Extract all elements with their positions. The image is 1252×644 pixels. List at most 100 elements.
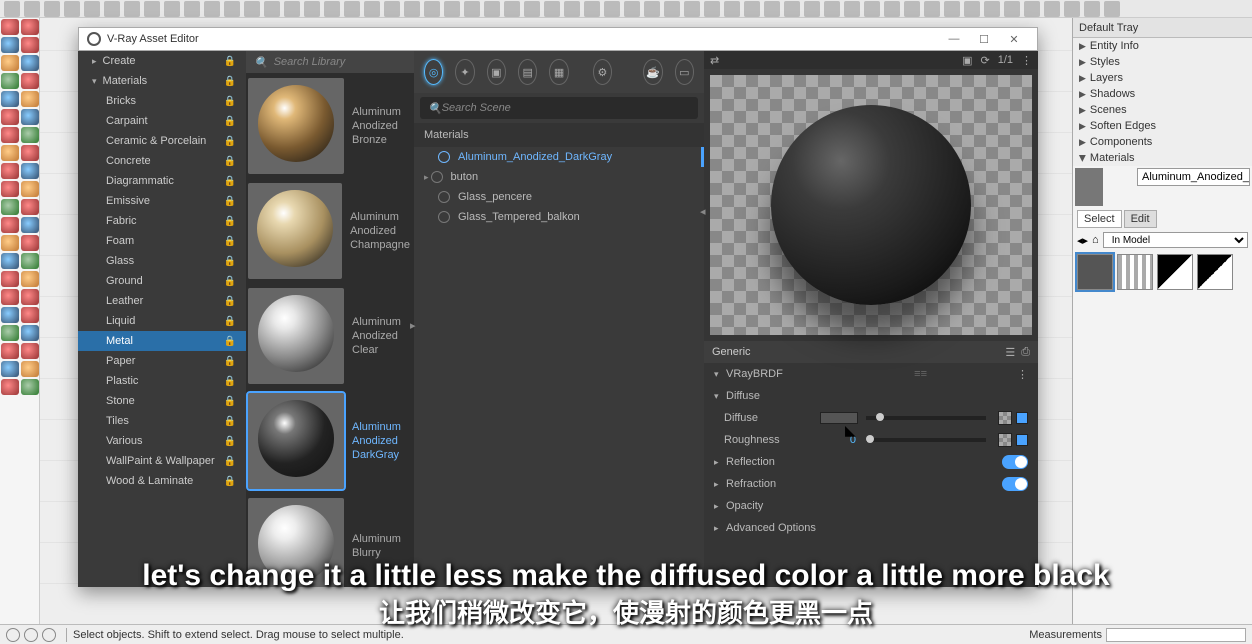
tool-icon[interactable] <box>21 19 39 35</box>
tool-icon[interactable] <box>21 199 39 215</box>
toolbar-icon[interactable] <box>324 1 340 17</box>
tool-icon[interactable] <box>21 163 39 179</box>
category-item[interactable]: Wood & Laminate🔒 <box>78 471 246 491</box>
status-icon[interactable] <box>6 628 20 642</box>
tool-icon[interactable] <box>21 55 39 71</box>
toolbar-icon[interactable] <box>1024 1 1040 17</box>
tool-icon[interactable] <box>1 109 19 125</box>
library-item[interactable]: Aluminum Anodized Champagne <box>246 178 414 283</box>
materials-mode-icon[interactable]: ◎ <box>424 59 443 85</box>
category-item[interactable]: Diagrammatic🔒 <box>78 171 246 191</box>
toolbar-icon[interactable] <box>24 1 40 17</box>
material-preview[interactable]: ◂ <box>710 75 1032 335</box>
window-minimize-button[interactable]: — <box>939 33 969 45</box>
category-item[interactable]: Bricks🔒 <box>78 91 246 111</box>
tray-panel-header[interactable]: ▶Styles <box>1073 54 1252 70</box>
toolbar-icon[interactable] <box>984 1 1000 17</box>
settings-icon[interactable]: ⚙ <box>593 59 612 85</box>
reflection-toggle[interactable] <box>1002 455 1028 469</box>
toolbar-icon[interactable] <box>584 1 600 17</box>
scene-material-item[interactable]: Aluminum_Anodized_DarkGray <box>414 147 704 167</box>
render-mode-icon[interactable]: ▦ <box>549 59 568 85</box>
category-item[interactable]: Ground🔒 <box>78 271 246 291</box>
tool-icon[interactable] <box>1 253 19 269</box>
toolbar-icon[interactable] <box>424 1 440 17</box>
diffuse-color-swatch[interactable] <box>820 412 858 424</box>
tool-icon[interactable] <box>1 361 19 377</box>
category-item[interactable]: Various🔒 <box>78 431 246 451</box>
vray-titlebar[interactable]: V-Ray Asset Editor — ☐ ✕ <box>78 27 1038 51</box>
toolbar-icon[interactable] <box>204 1 220 17</box>
material-library-select[interactable]: In Model <box>1103 232 1248 248</box>
tool-icon[interactable] <box>21 379 39 395</box>
toolbar-icon[interactable] <box>344 1 360 17</box>
window-close-button[interactable]: ✕ <box>999 33 1029 46</box>
category-item[interactable]: Carpaint🔒 <box>78 111 246 131</box>
material-preview-swatch[interactable] <box>1075 168 1103 206</box>
refraction-toggle[interactable] <box>1002 477 1028 491</box>
material-thumb[interactable] <box>1157 254 1193 290</box>
toolbar-icon[interactable] <box>104 1 120 17</box>
roughness-value[interactable]: 0 <box>832 434 856 446</box>
preview-link-icon[interactable]: ⇄ <box>710 54 719 67</box>
window-maximize-button[interactable]: ☐ <box>969 33 999 46</box>
tool-icon[interactable] <box>1 343 19 359</box>
category-item[interactable]: Liquid🔒 <box>78 311 246 331</box>
toolbar-icon[interactable] <box>1104 1 1120 17</box>
group-diffuse-header[interactable]: ▾ Diffuse <box>704 385 1038 407</box>
toolbar-icon[interactable] <box>404 1 420 17</box>
toolbar-icon[interactable] <box>684 1 700 17</box>
toolbar-icon[interactable] <box>784 1 800 17</box>
toolbar-icon[interactable] <box>944 1 960 17</box>
tool-icon[interactable] <box>1 289 19 305</box>
tool-icon[interactable] <box>1 217 19 233</box>
toolbar-icon[interactable] <box>664 1 680 17</box>
toolbar-icon[interactable] <box>64 1 80 17</box>
tool-icon[interactable] <box>1 19 19 35</box>
toolbar-icon[interactable] <box>1084 1 1100 17</box>
toolbar-icon[interactable] <box>704 1 720 17</box>
status-icon[interactable] <box>24 628 38 642</box>
tray-panel-header[interactable]: ▶Components <box>1073 134 1252 150</box>
lights-mode-icon[interactable]: ✦ <box>455 59 474 85</box>
category-item[interactable]: Tiles🔒 <box>78 411 246 431</box>
roughness-texture-slot[interactable] <box>998 433 1012 447</box>
toolbar-icon[interactable] <box>544 1 560 17</box>
tool-icon[interactable] <box>21 145 39 161</box>
material-thumb[interactable] <box>1077 254 1113 290</box>
roughness-slider[interactable] <box>866 438 986 442</box>
material-thumb[interactable] <box>1117 254 1153 290</box>
toolbar-icon[interactable] <box>144 1 160 17</box>
tool-icon[interactable] <box>21 127 39 143</box>
tool-icon[interactable] <box>21 361 39 377</box>
toolbar-icon[interactable] <box>1004 1 1020 17</box>
tool-icon[interactable] <box>1 379 19 395</box>
tool-icon[interactable] <box>21 181 39 197</box>
material-name-field[interactable]: Aluminum_Anodized_DarkGray <box>1137 168 1250 186</box>
toolbar-icon[interactable] <box>244 1 260 17</box>
tool-icon[interactable] <box>21 235 39 251</box>
toolbar-icon[interactable] <box>884 1 900 17</box>
toolbar-icon[interactable] <box>484 1 500 17</box>
toolbar-icon[interactable] <box>44 1 60 17</box>
tool-icon[interactable] <box>1 325 19 341</box>
toolbar-icon[interactable] <box>304 1 320 17</box>
tab-select[interactable]: Select <box>1077 210 1122 228</box>
category-materials[interactable]: Materials 🔒 <box>78 71 246 91</box>
tool-icon[interactable] <box>1 199 19 215</box>
scene-material-item[interactable]: ▸buton <box>414 167 704 187</box>
material-thumb[interactable] <box>1197 254 1233 290</box>
row-menu-icon[interactable]: ⋮ <box>1017 368 1028 381</box>
tool-icon[interactable] <box>1 307 19 323</box>
category-item[interactable]: Concrete🔒 <box>78 151 246 171</box>
category-item[interactable]: Glass🔒 <box>78 251 246 271</box>
toolbar-icon[interactable] <box>1064 1 1080 17</box>
tool-icon[interactable] <box>21 73 39 89</box>
toolbar-icon[interactable] <box>184 1 200 17</box>
tool-icon[interactable] <box>1 235 19 251</box>
tray-panel-header[interactable]: ▶Materials <box>1073 150 1252 166</box>
tray-title[interactable]: Default Tray <box>1073 18 1252 38</box>
tray-panel-header[interactable]: ▶Shadows <box>1073 86 1252 102</box>
expand-icon[interactable]: ▸ <box>424 172 429 183</box>
roughness-enable-checkbox[interactable] <box>1016 434 1028 446</box>
